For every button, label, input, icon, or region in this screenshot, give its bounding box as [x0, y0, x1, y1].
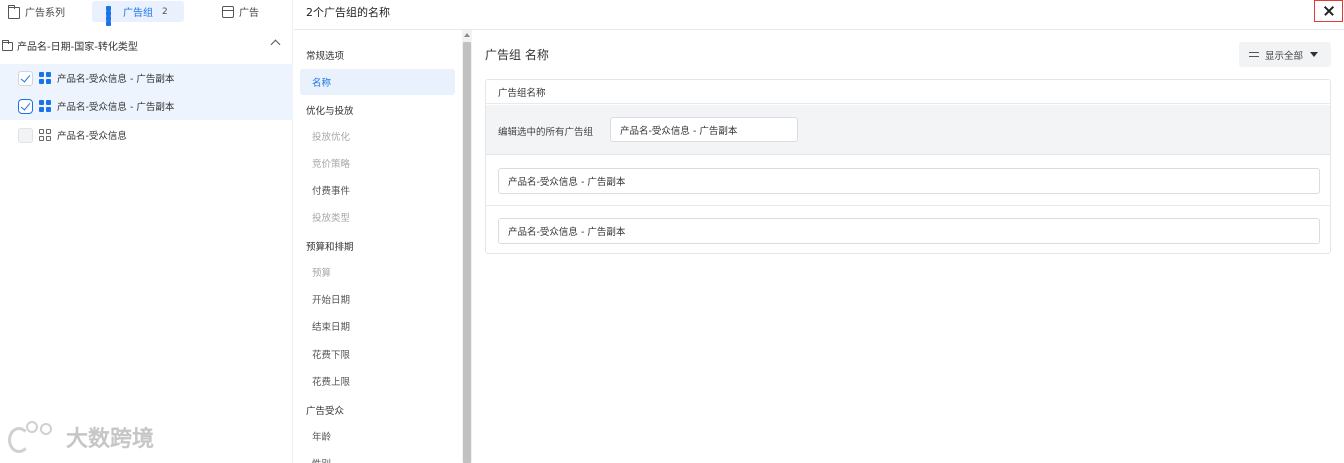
nav-item-age[interactable]: 年龄 — [300, 423, 455, 449]
nav-item-end-date[interactable]: 结束日期 — [300, 313, 455, 339]
watermark-text: 大数跨境 — [66, 427, 155, 452]
nav-item-name[interactable]: 名称 — [300, 69, 455, 95]
watermark-logo-icon — [8, 421, 60, 453]
nav-item-delivery-optimization[interactable]: 投放优化 — [300, 123, 455, 149]
divider — [486, 205, 1330, 206]
adset-grid-icon — [39, 72, 51, 84]
nav-scrollbar-thumb[interactable] — [463, 42, 471, 463]
nav-section-audience: 广告受众 — [306, 406, 345, 417]
show-all-label: 显示全部 — [1265, 50, 1304, 62]
ad-icon — [222, 5, 234, 18]
nav-item-bid-strategy[interactable]: 竞价策略 — [300, 150, 455, 176]
tree-adset-row[interactable]: 产品名-受众信息 — [0, 121, 293, 149]
nav-section-optimization: 优化与投放 — [306, 106, 354, 117]
tab-ads-label: 广告 — [239, 8, 259, 19]
bulk-edit-input[interactable]: 产品名-受众信息 - 广告副本 — [610, 117, 798, 142]
adset-name-card: 广告组名称 编辑选中的所有广告组 产品名-受众信息 - 广告副本 产品名-受众信… — [485, 79, 1331, 254]
tab-adsets-label: 广告组 — [123, 8, 153, 19]
close-button[interactable] — [1314, 0, 1343, 22]
adset-checkbox[interactable] — [18, 98, 33, 114]
tab-adsets[interactable]: 广告组 2 — [92, 1, 184, 26]
section-title: 广告组 名称 — [485, 48, 549, 62]
adset-checkbox[interactable] — [18, 127, 33, 143]
nav-section-budget: 预算和排期 — [306, 242, 354, 253]
nav-item-billing-event[interactable]: 付费事件 — [300, 177, 455, 203]
tab-campaigns-label: 广告系列 — [25, 8, 65, 19]
adset-grid-icon — [39, 129, 51, 141]
tree-adset-row[interactable]: 产品名-受众信息 - 广告副本 — [0, 92, 293, 120]
tab-ads[interactable]: 广告 — [222, 1, 259, 22]
caret-down-icon — [1310, 52, 1319, 57]
adset-name: 产品名-受众信息 — [57, 131, 127, 142]
tree-adset-row[interactable]: 产品名-受众信息 - 广告副本 — [0, 64, 293, 92]
chevron-up-icon[interactable] — [270, 39, 281, 50]
tab-campaigns[interactable]: 广告系列 — [8, 1, 65, 22]
adset-grid-icon — [106, 5, 118, 26]
adset-name: 产品名-受众信息 - 广告副本 — [57, 74, 175, 85]
nav-item-start-date[interactable]: 开始日期 — [300, 286, 455, 312]
show-all-dropdown[interactable]: 显示全部 — [1239, 42, 1331, 67]
nav-item-spend-max[interactable]: 花费上限 — [300, 368, 455, 394]
tree-campaign-row[interactable]: 产品名-日期-国家-转化类型 — [0, 33, 293, 57]
campaign-name: 产品名-日期-国家-转化类型 — [17, 41, 138, 53]
bulk-edit-label: 编辑选中的所有广告组 — [498, 127, 594, 138]
level-tabs: 广告系列 广告组 2 广告 — [0, 0, 292, 26]
nav-item-delivery-type[interactable]: 投放类型 — [300, 204, 455, 230]
tune-icon — [1249, 51, 1259, 59]
nav-item-spend-min[interactable]: 花费下限 — [300, 341, 455, 367]
folder-icon — [8, 4, 20, 19]
bulk-edit-row: 编辑选中的所有广告组 产品名-受众信息 - 广告副本 — [486, 105, 1330, 155]
adset-name: 产品名-受众信息 - 广告副本 — [57, 102, 175, 113]
adset-grid-icon — [39, 100, 51, 112]
adset-name-input[interactable]: 产品名-受众信息 - 广告副本 — [498, 168, 1320, 194]
card-header: 广告组名称 — [486, 80, 1330, 104]
left-panel: 广告系列 广告组 2 广告 产品名-日期-国家-转化类型 产品名-受众信息 - … — [0, 0, 293, 463]
nav-item-gender[interactable]: 性别 — [300, 450, 455, 463]
adset-name-input[interactable]: 产品名-受众信息 - 广告副本 — [498, 218, 1320, 244]
nav-section-general: 常规选项 — [306, 51, 345, 62]
watermark: 大数跨境 — [8, 421, 154, 453]
tab-adsets-count: 2 — [162, 6, 168, 17]
scroll-up-arrow-icon[interactable] — [464, 33, 470, 37]
folder-icon — [2, 39, 13, 51]
settings-nav: 常规选项 名称 优化与投放 投放优化 竞价策略 付费事件 投放类型 预算和排期 … — [294, 30, 462, 463]
adset-checkbox[interactable] — [18, 70, 33, 86]
page-title: 2个广告组的名称 — [306, 6, 390, 19]
nav-item-budget[interactable]: 预算 — [300, 259, 455, 285]
